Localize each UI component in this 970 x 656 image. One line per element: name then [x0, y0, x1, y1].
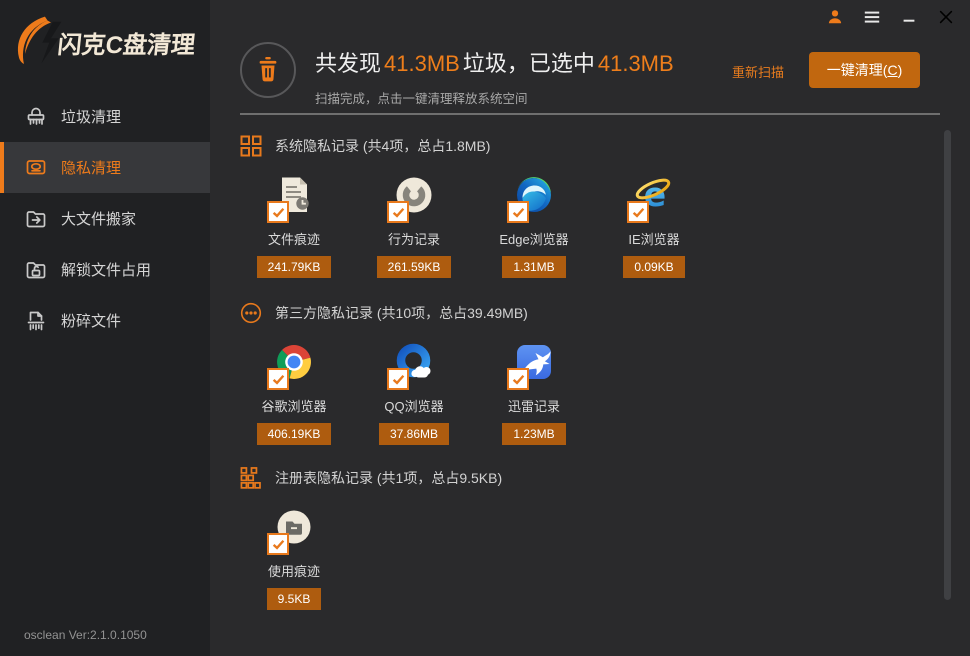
item-checkbox[interactable]	[507, 368, 529, 390]
section-items: 使用痕迹 9.5KB	[234, 507, 970, 610]
privacy-item[interactable]: 迅雷记录 1.23MB	[474, 342, 594, 445]
item-label: Edge浏览器	[499, 229, 568, 248]
sidebar-item-3[interactable]: 解锁文件占用	[0, 244, 210, 295]
item-label: QQ浏览器	[384, 396, 443, 415]
privacy-item[interactable]: Edge浏览器 1.31MB	[474, 175, 594, 278]
item-checkbox[interactable]	[387, 368, 409, 390]
item-checkbox[interactable]	[267, 201, 289, 223]
clean-button-label: 一键清理(	[827, 60, 888, 80]
section-title: 注册表隐私记录 (共1项，总占9.5KB)	[275, 468, 502, 488]
item-label: 使用痕迹	[268, 561, 320, 580]
found-size-value: 41.3MB	[384, 51, 460, 76]
item-size-badge: 1.31MB	[502, 256, 565, 278]
item-label: 行为记录	[388, 229, 440, 248]
titlebar-controls	[825, 9, 956, 29]
section-items: 谷歌浏览器 406.19KB QQ浏览器 37.86MB 迅雷记录 1.23MB	[234, 342, 970, 445]
sidebar-item-label: 解锁文件占用	[61, 259, 151, 280]
user-icon	[826, 8, 844, 31]
sidebar-item-1[interactable]: 隐私清理	[0, 142, 210, 193]
sidebar-menu: 垃圾清理隐私清理大文件搬家解锁文件占用粉碎文件	[0, 91, 210, 346]
item-size-badge: 37.86MB	[379, 423, 449, 445]
item-label: IE浏览器	[628, 229, 679, 248]
privacy-item[interactable]: eIE浏览器0.09KB	[594, 175, 714, 278]
folder-unlock-icon	[24, 258, 48, 282]
flame-logo-icon	[12, 14, 64, 71]
item-size-badge: 0.09KB	[623, 256, 684, 278]
vertical-scrollbar-thumb[interactable]	[944, 130, 951, 600]
sidebar-item-4[interactable]: 粉碎文件	[0, 295, 210, 346]
account-button[interactable]	[825, 9, 845, 29]
item-size-badge: 261.59KB	[377, 256, 452, 278]
app-title: 闪克C盘清理	[56, 25, 197, 60]
sidebar-item-0[interactable]: 垃圾清理	[0, 91, 210, 142]
menu-button[interactable]	[862, 9, 882, 29]
summary-prefix: 共发现	[315, 51, 381, 76]
clean-button[interactable]: 一键清理(C)	[809, 52, 920, 88]
scan-summary-title: 共发现41.3MB垃圾，已选中41.3MB	[315, 46, 677, 78]
privacy-item[interactable]: QQ浏览器 37.86MB	[354, 342, 474, 445]
minimize-button[interactable]	[899, 9, 919, 29]
close-button[interactable]	[936, 9, 956, 29]
section-title: 系统隐私记录 (共4项，总占1.8MB)	[275, 136, 490, 156]
item-label: 文件痕迹	[268, 229, 320, 248]
item-checkbox[interactable]	[267, 533, 289, 555]
section-title: 第三方隐私记录 (共10项，总占39.49MB)	[275, 303, 528, 323]
item-label: 迅雷记录	[508, 396, 560, 415]
scan-summary-subtitle: 扫描完成，点击一键清理释放系统空间	[315, 88, 677, 107]
item-checkbox[interactable]	[387, 201, 409, 223]
sidebar-item-2[interactable]: 大文件搬家	[0, 193, 210, 244]
rescan-link[interactable]: 重新扫描	[732, 62, 784, 81]
app-window: 闪克C盘清理 垃圾清理隐私清理大文件搬家解锁文件占用粉碎文件 osclean V…	[0, 0, 970, 656]
privacy-section: 注册表隐私记录 (共1项，总占9.5KB) 使用痕迹 9.5KB	[234, 467, 970, 610]
grid-icon	[240, 134, 262, 158]
privacy-sections: 系统隐私记录 (共4项，总占1.8MB) 文件痕迹 241.79KB 行为记录 261.…	[210, 115, 970, 656]
ellipsis-circle-icon	[240, 301, 262, 325]
privacy-section: 系统隐私记录 (共4项，总占1.8MB) 文件痕迹 241.79KB 行为记录 261.…	[234, 135, 970, 278]
summary-middle: 垃圾，已选中	[463, 51, 595, 76]
item-size-badge: 1.23MB	[502, 423, 565, 445]
privacy-item[interactable]: 谷歌浏览器 406.19KB	[234, 342, 354, 445]
broom-icon	[24, 105, 48, 129]
item-checkbox[interactable]	[267, 368, 289, 390]
privacy-item[interactable]: 文件痕迹 241.79KB	[234, 175, 354, 278]
registry-grid-icon	[240, 466, 262, 490]
sidebar-item-label: 垃圾清理	[61, 106, 121, 127]
item-size-badge: 9.5KB	[267, 588, 322, 610]
version-label: osclean Ver:2.1.0.1050	[24, 628, 147, 642]
privacy-section: 第三方隐私记录 (共10项，总占39.49MB) 谷歌浏览器 406.19KB QQ浏…	[234, 302, 970, 445]
item-size-badge: 241.79KB	[257, 256, 332, 278]
shredder-icon	[24, 309, 48, 333]
minimize-icon	[900, 8, 918, 31]
sidebar-item-label: 粉碎文件	[61, 310, 121, 331]
folder-move-icon	[24, 207, 48, 231]
hamburger-icon	[863, 8, 881, 31]
sidebar: 闪克C盘清理 垃圾清理隐私清理大文件搬家解锁文件占用粉碎文件 osclean V…	[0, 0, 210, 656]
item-label: 谷歌浏览器	[261, 396, 326, 415]
selected-size-value: 41.3MB	[598, 51, 674, 76]
sidebar-item-label: 大文件搬家	[61, 208, 136, 229]
trash-summary-icon	[240, 42, 296, 98]
clean-button-label-suffix: )	[898, 62, 903, 78]
item-size-badge: 406.19KB	[257, 423, 332, 445]
item-checkbox[interactable]	[627, 201, 649, 223]
sidebar-item-label: 隐私清理	[61, 157, 121, 178]
item-checkbox[interactable]	[507, 201, 529, 223]
close-icon	[937, 8, 955, 31]
app-logo: 闪克C盘清理	[12, 14, 195, 71]
privacy-item[interactable]: 行为记录 261.59KB	[354, 175, 474, 278]
clean-button-hotkey: C	[887, 62, 897, 78]
privacy-item[interactable]: 使用痕迹 9.5KB	[234, 507, 354, 610]
section-items: 文件痕迹241.79KB行为记录261.59KBEdge浏览器1.31MBeIE…	[234, 175, 970, 278]
privacy-monitor-icon	[24, 156, 48, 180]
main-panel: 共发现41.3MB垃圾，已选中41.3MB 扫描完成，点击一键清理释放系统空间 …	[210, 0, 970, 656]
